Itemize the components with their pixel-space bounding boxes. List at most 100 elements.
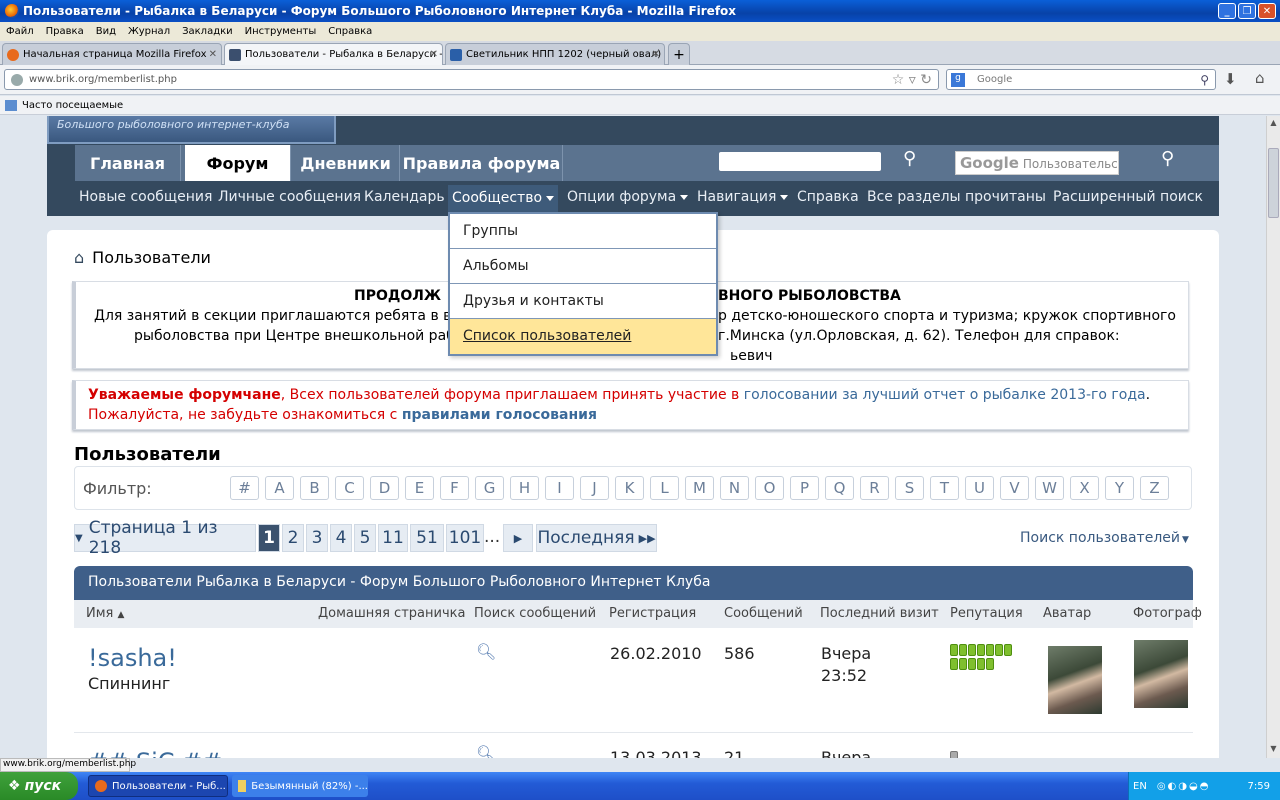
filter-letter[interactable]: #: [230, 476, 259, 500]
start-button[interactable]: ❖ пуск: [0, 772, 78, 800]
menu-edit[interactable]: Правка: [46, 26, 84, 37]
subnav-forum-options[interactable]: Опции форума: [567, 189, 689, 205]
voting-link[interactable]: голосовании за лучший отчет о рыбалке 20…: [744, 387, 1146, 403]
menu-tools[interactable]: Инструменты: [245, 26, 317, 37]
filter-letter[interactable]: L: [650, 476, 679, 500]
filter-letter[interactable]: S: [895, 476, 924, 500]
filter-letter[interactable]: F: [440, 476, 469, 500]
tab-close-icon[interactable]: ✕: [209, 49, 217, 60]
filter-letter[interactable]: E: [405, 476, 434, 500]
tab-members[interactable]: Пользователи - Рыбалка в Беларуси - ... …: [224, 43, 443, 65]
col-name[interactable]: Имя ▲: [86, 606, 124, 621]
tab-diaries[interactable]: Дневники: [292, 145, 400, 181]
taskbar-paint[interactable]: Безымянный (82%) -...: [232, 775, 368, 797]
forum-search-input[interactable]: [719, 152, 881, 171]
filter-letter[interactable]: T: [930, 476, 959, 500]
subnav-calendar[interactable]: Календарь: [364, 189, 445, 205]
col-posts[interactable]: Сообщений: [724, 606, 803, 621]
close-icon[interactable]: ✕: [1258, 3, 1276, 19]
subnav-navigation[interactable]: Навигация: [697, 189, 789, 205]
filter-letter[interactable]: R: [860, 476, 889, 500]
dropdown-friends[interactable]: Друзья и контакты: [450, 284, 716, 319]
filter-letter[interactable]: B: [300, 476, 329, 500]
download-icon[interactable]: ⬇: [1224, 70, 1237, 88]
menu-view[interactable]: Вид: [96, 26, 116, 37]
filter-letter[interactable]: M: [685, 476, 714, 500]
filter-letter[interactable]: P: [790, 476, 819, 500]
minimize-icon[interactable]: _: [1218, 3, 1236, 19]
page-jump[interactable]: ▼ Страница 1 из 218: [74, 518, 256, 558]
filter-letter[interactable]: O: [755, 476, 784, 500]
magnifier-icon[interactable]: 🔍︎: [476, 642, 496, 661]
google-search-input[interactable]: Google Пользовательс: [955, 151, 1119, 175]
maximize-icon[interactable]: ❐: [1238, 3, 1256, 19]
menu-history[interactable]: Журнал: [128, 26, 170, 37]
filter-letter[interactable]: W: [1035, 476, 1064, 500]
subnav-community[interactable]: Сообщество: [448, 185, 559, 212]
page-number-link[interactable]: 3: [306, 524, 328, 552]
page-number-link[interactable]: 5: [354, 524, 376, 552]
col-last-visit[interactable]: Последний визит: [820, 606, 939, 621]
col-reputation[interactable]: Репутация: [950, 606, 1023, 621]
page-number-link[interactable]: 11: [378, 524, 408, 552]
menu-help[interactable]: Справка: [328, 26, 372, 37]
magnifier-icon[interactable]: 🔍︎: [476, 744, 496, 758]
member-avatar[interactable]: [1048, 646, 1102, 714]
subnav-new-posts[interactable]: Новые сообщения: [79, 189, 212, 205]
col-search-posts[interactable]: Поиск сообщений: [474, 606, 596, 621]
page-number-link[interactable]: 4: [330, 524, 352, 552]
tab-firefox-start[interactable]: Начальная страница Mozilla Firefox ✕: [2, 43, 222, 65]
filter-letter[interactable]: N: [720, 476, 749, 500]
filter-letter[interactable]: Q: [825, 476, 854, 500]
member-name-link[interactable]: ## SiC ##: [88, 748, 222, 758]
search-icon[interactable]: ⚲: [903, 148, 931, 176]
filter-letter[interactable]: C: [335, 476, 364, 500]
filter-letter[interactable]: G: [475, 476, 504, 500]
page-number-link[interactable]: 1: [258, 524, 280, 552]
filter-letter[interactable]: U: [965, 476, 994, 500]
forum-logo[interactable]: Большого рыболовного интернет-клуба: [47, 116, 336, 144]
search-icon[interactable]: ⚲: [1200, 73, 1209, 87]
scroll-thumb[interactable]: [1268, 148, 1279, 218]
filter-letter[interactable]: J: [580, 476, 609, 500]
col-homepage[interactable]: Домашняя страничка: [318, 606, 465, 621]
url-bar[interactable]: www.brik.org/memberlist.php ☆ ▿ ↻: [4, 69, 939, 90]
last-page-button[interactable]: Последняя ▶▶: [536, 524, 657, 552]
home-icon[interactable]: ⌂: [74, 248, 84, 267]
tab-close-icon[interactable]: ✕: [652, 49, 660, 60]
filter-letter[interactable]: X: [1070, 476, 1099, 500]
filter-letter[interactable]: Z: [1140, 476, 1169, 500]
menu-file[interactable]: Файл: [6, 26, 34, 37]
bookmark-most-visited[interactable]: Часто посещаемые: [22, 100, 123, 111]
voting-rules-link[interactable]: правилами голосования: [402, 407, 597, 423]
next-page-button[interactable]: ▶: [503, 524, 533, 552]
subnav-private-messages[interactable]: Личные сообщения: [218, 189, 361, 205]
browser-search-box[interactable]: g Google ⚲: [946, 69, 1216, 90]
page-number-link[interactable]: 51: [410, 524, 444, 552]
page-number-link[interactable]: 2: [282, 524, 304, 552]
taskbar-firefox[interactable]: Пользователи - Рыб...: [88, 775, 228, 797]
tab-rules[interactable]: Правила форума: [401, 145, 563, 181]
filter-letter[interactable]: A: [265, 476, 294, 500]
subnav-mark-read[interactable]: Все разделы прочитаны: [867, 189, 1046, 205]
member-search-toggle[interactable]: Поиск пользователей ▼: [1020, 530, 1189, 546]
col-registered[interactable]: Регистрация: [609, 606, 696, 621]
scroll-down-icon[interactable]: ▼: [1268, 744, 1279, 756]
subnav-help[interactable]: Справка: [797, 189, 859, 205]
member-name-link[interactable]: !sasha!: [88, 644, 177, 672]
new-tab-button[interactable]: +: [668, 43, 690, 65]
scroll-up-icon[interactable]: ▲: [1268, 118, 1279, 130]
menu-bookmarks[interactable]: Закладки: [182, 26, 233, 37]
page-number-link[interactable]: 101: [446, 524, 484, 552]
dropdown-albums[interactable]: Альбомы: [450, 249, 716, 284]
tab-forum[interactable]: Форум: [185, 145, 291, 181]
filter-letter[interactable]: K: [615, 476, 644, 500]
tab-home[interactable]: Главная: [75, 145, 181, 181]
filter-letter[interactable]: Y: [1105, 476, 1134, 500]
search-icon[interactable]: ⚲: [1161, 148, 1189, 176]
language-indicator[interactable]: EN: [1133, 781, 1147, 792]
home-icon[interactable]: ⌂: [1255, 69, 1265, 87]
tab-close-icon[interactable]: ✕: [430, 49, 438, 60]
vertical-scrollbar[interactable]: ▲ ▼: [1266, 116, 1280, 758]
tray-icons[interactable]: ◎◐◑◒◓: [1157, 781, 1211, 792]
